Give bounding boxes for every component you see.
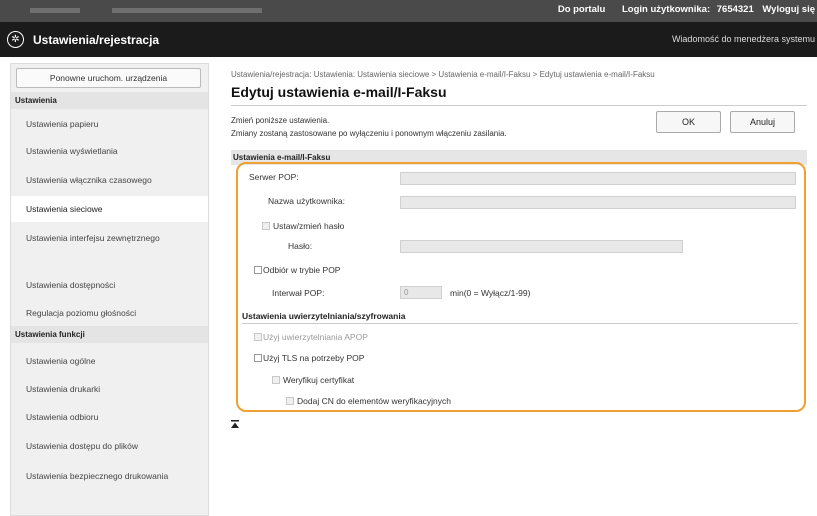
portal-link[interactable]: Do portalu [558,4,606,15]
sidebar-item-interface[interactable]: Ustawienia interfejsu zewnętrznego [11,228,208,260]
sidebar-item-network[interactable]: Ustawienia sieciowe [11,196,208,222]
sidebar-item-general[interactable]: Ustawienia ogólne [11,350,208,372]
sidebar-item-printer[interactable]: Ustawienia drukarki [11,378,208,400]
sidebar-item-receive[interactable]: Ustawienia odbioru [11,406,208,428]
sidebar-item-accessibility[interactable]: Ustawienia dostępności [11,274,208,296]
ok-button[interactable]: OK [656,111,721,133]
settings-logo-icon: ✲ [7,31,24,48]
divider [231,105,807,106]
info-text: Zmień poniższe ustawienia. [231,116,330,125]
app-title: Ustawienia/rejestracja [33,33,160,47]
breadcrumb: Ustawienia/rejestracja: Ustawienia: Usta… [231,70,655,79]
blurred-text [112,8,262,13]
logout-link[interactable]: Wyloguj się [762,4,815,15]
info-text: Zmiany zostaną zastosowane po wyłączeniu… [231,129,507,138]
admin-message-link[interactable]: Wiadomość do menedżera systemu [672,34,815,44]
sidebar-section-settings: Ustawienia [11,92,208,109]
login-label: Login użytkownika: [621,4,711,15]
go-to-top-icon[interactable] [231,420,239,430]
cancel-button[interactable]: Anuluj [730,111,795,133]
login-value: 7654321 [716,4,754,15]
top-bar: Do portalu Login użytkownika: 7654321 Wy… [0,0,817,22]
top-links: Do portalu Login użytkownika: 7654321 Wy… [544,4,815,15]
sidebar-item-secure-print[interactable]: Ustawienia bezpiecznego drukowania [11,466,171,498]
sidebar: Ponowne uruchom. urządzenia Ustawienia U… [10,63,209,516]
sidebar-item-file-access[interactable]: Ustawienia dostępu do plików [11,435,208,457]
sidebar-item-volume[interactable]: Regulacja poziomu głośności [11,302,208,324]
sidebar-item-display[interactable]: Ustawienia wyświetlania [11,140,208,162]
page-title: Edytuj ustawienia e-mail/I-Faksu [231,84,447,100]
sidebar-item-timer[interactable]: Ustawienia włącznika czasowego [11,169,208,191]
sidebar-section-functions: Ustawienia funkcji [11,326,208,343]
blurred-text [30,8,80,13]
highlight-frame [236,162,806,412]
title-bar: ✲ Ustawienia/rejestracja Wiadomość do me… [0,22,817,57]
sidebar-item-paper[interactable]: Ustawienia papieru [11,113,208,135]
restart-device-button[interactable]: Ponowne uruchom. urządzenia [16,68,201,88]
